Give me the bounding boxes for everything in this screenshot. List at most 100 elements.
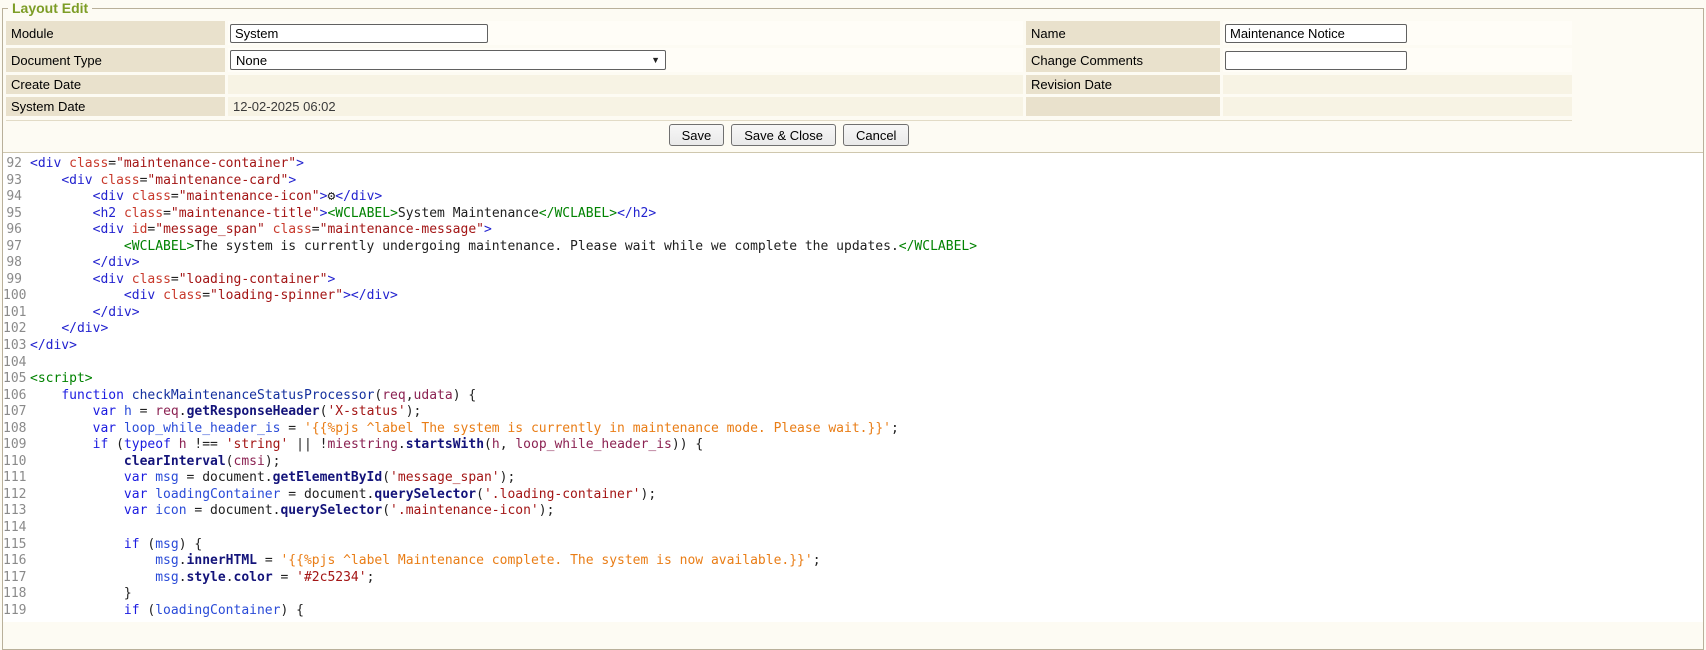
code-line[interactable]: 103</div> [3,338,1703,355]
code-line-text: </div> [30,321,1703,338]
code-line[interactable]: 104 [3,355,1703,372]
code-line[interactable]: 116 msg.innerHTML = '{{%pjs ^label Maint… [3,553,1703,570]
code-line[interactable]: 106 function checkMaintenanceStatusProce… [3,388,1703,405]
code-line[interactable]: 101 </div> [3,305,1703,322]
line-number: 115 [3,537,30,554]
document-type-selected-value: None [236,53,267,68]
line-number: 96 [3,222,30,239]
document-type-cell: None ▼ [228,48,1023,72]
layout-code-editor[interactable]: 92<div class="maintenance-container">93 … [3,152,1703,622]
line-number: 112 [3,487,30,504]
create-date-value [228,75,1023,94]
name-cell [1223,21,1572,45]
code-line[interactable]: 100 <div class="loading-spinner"></div> [3,288,1703,305]
line-number: 103 [3,338,30,355]
save-button[interactable]: Save [669,124,725,146]
code-line[interactable]: 92<div class="maintenance-container"> [3,156,1703,173]
code-line[interactable]: 110 clearInterval(cmsi); [3,454,1703,471]
empty-value-cell [1223,97,1572,116]
module-cell [228,21,1023,45]
code-line-text: <div class="maintenance-icon">⚙</div> [30,189,1703,206]
system-date-value: 12-02-2025 06:02 [228,97,1023,116]
code-line-text: </div> [30,305,1703,322]
name-input[interactable] [1225,24,1407,43]
line-number: 98 [3,255,30,272]
line-number: 105 [3,371,30,388]
code-line[interactable]: 109 if (typeof h !== 'string' || !miestr… [3,437,1703,454]
code-line[interactable]: 102 </div> [3,321,1703,338]
code-line-text: var h = req.getResponseHeader('X-status'… [30,404,1703,421]
code-line-text: if (msg) { [30,537,1703,554]
line-number: 99 [3,272,30,289]
create-date-label: Create Date [6,75,225,94]
code-line[interactable]: 108 var loop_while_header_is = '{{%pjs ^… [3,421,1703,438]
line-number: 107 [3,404,30,421]
code-line[interactable]: 115 if (msg) { [3,537,1703,554]
code-line[interactable]: 93 <div class="maintenance-card"> [3,173,1703,190]
cancel-button[interactable]: Cancel [843,124,909,146]
line-number: 114 [3,520,30,537]
module-label: Module [6,21,225,45]
change-comments-label: Change Comments [1026,48,1220,72]
code-line[interactable]: 112 var loadingContainer = document.quer… [3,487,1703,504]
code-line[interactable]: 119 if (loadingContainer) { [3,603,1703,620]
code-line-text: var icon = document.querySelector('.main… [30,503,1703,520]
line-number: 117 [3,570,30,587]
code-line[interactable]: 99 <div class="loading-container"> [3,272,1703,289]
line-number: 106 [3,388,30,405]
code-line-text: var loadingContainer = document.querySel… [30,487,1703,504]
code-line-text: <h2 class="maintenance-title"><WCLABEL>S… [30,206,1703,223]
code-line-text: if (typeof h !== 'string' || !miestring.… [30,437,1703,454]
code-line[interactable]: 118 } [3,586,1703,603]
chevron-down-icon: ▼ [651,55,660,65]
line-number: 111 [3,470,30,487]
layout-form: Module Name Document Type None ▼ Change … [6,21,1572,116]
revision-date-value [1223,75,1572,94]
document-type-select[interactable]: None ▼ [230,50,666,70]
line-number: 116 [3,553,30,570]
code-line-text: } [30,586,1703,603]
code-line[interactable]: 113 var icon = document.querySelector('.… [3,503,1703,520]
code-line[interactable]: 97 <WCLABEL>The system is currently unde… [3,239,1703,256]
code-line[interactable]: 98 </div> [3,255,1703,272]
change-comments-input[interactable] [1225,51,1407,70]
code-line[interactable]: 105<script> [3,371,1703,388]
line-number: 110 [3,454,30,471]
revision-date-label: Revision Date [1026,75,1220,94]
code-line-text: <div class="loading-container"> [30,272,1703,289]
code-line-text: clearInterval(cmsi); [30,454,1703,471]
system-date-label: System Date [6,97,225,116]
change-comments-cell [1223,48,1572,72]
code-line-text: msg.innerHTML = '{{%pjs ^label Maintenan… [30,553,1703,570]
code-line[interactable]: 117 msg.style.color = '#2c5234'; [3,570,1703,587]
code-line[interactable]: 114 [3,520,1703,537]
code-line[interactable]: 94 <div class="maintenance-icon">⚙</div> [3,189,1703,206]
empty-label-cell [1026,97,1220,116]
layout-edit-panel: Layout Edit Module Name Document Type No… [2,0,1704,650]
code-line-text: msg.style.color = '#2c5234'; [30,570,1703,587]
code-line-text [30,355,1703,372]
name-label: Name [1026,21,1220,45]
code-line-text: </div> [30,338,1703,355]
save-and-close-button[interactable]: Save & Close [731,124,836,146]
line-number: 113 [3,503,30,520]
code-line[interactable]: 111 var msg = document.getElementById('m… [3,470,1703,487]
code-line[interactable]: 95 <h2 class="maintenance-title"><WCLABE… [3,206,1703,223]
line-number: 93 [3,173,30,190]
line-number: 108 [3,421,30,438]
line-number: 118 [3,586,30,603]
line-number: 97 [3,239,30,256]
line-number: 95 [3,206,30,223]
page-title: Layout Edit [8,0,92,16]
line-number: 101 [3,305,30,322]
code-line-text: <WCLABEL>The system is currently undergo… [30,239,1703,256]
code-line-text: <div class="maintenance-card"> [30,173,1703,190]
line-number: 94 [3,189,30,206]
line-number: 119 [3,603,30,620]
code-line[interactable]: 107 var h = req.getResponseHeader('X-sta… [3,404,1703,421]
line-number: 109 [3,437,30,454]
code-line-text: <div class="maintenance-container"> [30,156,1703,173]
module-input[interactable] [230,24,488,43]
code-line-text [30,520,1703,537]
code-line[interactable]: 96 <div id="message_span" class="mainten… [3,222,1703,239]
